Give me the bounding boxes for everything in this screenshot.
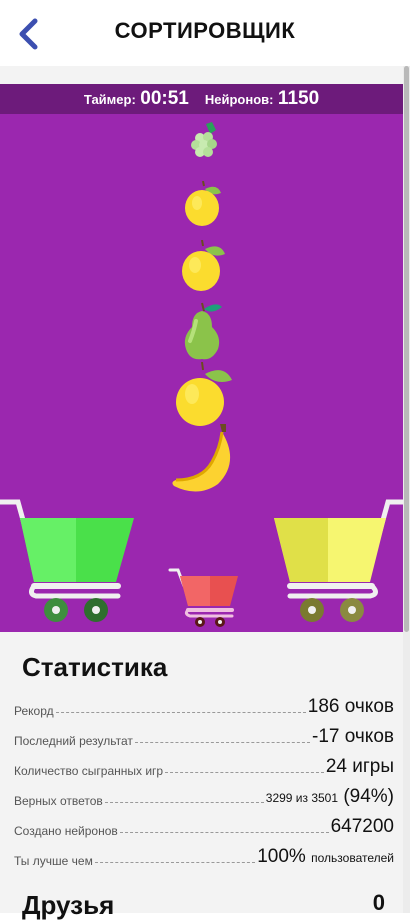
stat-value: 24 игры <box>325 756 394 777</box>
neurons-value: 1150 <box>277 88 320 109</box>
stat-value-percent: 100% <box>257 846 306 867</box>
stat-value-percent: (94%) <box>343 786 394 807</box>
stat-value: 186 очков <box>307 696 394 717</box>
page-title: СОРТИРОВЩИК <box>114 18 296 43</box>
stat-label: Создано нейронов <box>14 824 118 838</box>
stat-value-unit: пользователей <box>311 851 394 865</box>
dotted-leader <box>94 862 256 863</box>
stat-row-neurons-created: Создано нейронов 647200 <box>14 814 394 838</box>
banana-icon <box>172 424 231 492</box>
stat-row-correct-answers: Верных ответов 3299 из 3501 (94%) <box>14 784 394 808</box>
stat-value: 647200 <box>330 816 394 837</box>
stat-row-last-result: Последний результат -17 очков <box>14 724 394 748</box>
timer-value: 00:51 <box>140 88 189 109</box>
dotted-leader <box>104 802 264 803</box>
dotted-leader <box>119 832 329 833</box>
stats-title: Статистика <box>22 652 168 682</box>
game-area[interactable]: Таймер: 00:51 Нейронов: 1150 <box>0 84 403 632</box>
stats-section: Статистика Рекорд 186 очков Последний ре… <box>0 632 403 920</box>
pear-icon <box>184 302 222 360</box>
stat-row-better-than: Ты лучше чем 100% пользователей <box>14 844 394 868</box>
timer-label: Таймер: <box>83 92 136 107</box>
scrollbar-thumb[interactable] <box>404 66 409 632</box>
dotted-leader <box>165 772 324 773</box>
stat-value: 100% пользователей <box>257 846 394 868</box>
game-top-gap <box>0 66 410 84</box>
stat-value-detail: 3299 из 3501 <box>265 791 339 805</box>
stat-label: Последний результат <box>14 734 133 748</box>
stat-value: -17 очков <box>312 726 394 747</box>
grapes-icon <box>191 122 217 157</box>
small-cart-icon[interactable] <box>168 566 242 628</box>
stat-row-games-played: Количество сыгранных игр 24 игры <box>14 754 394 778</box>
app-header: СОРТИРОВЩИК <box>0 0 410 66</box>
dotted-leader <box>134 742 311 743</box>
dotted-leader <box>55 712 306 713</box>
friends-title[interactable]: Друзья <box>22 890 114 921</box>
stat-value: 3299 из 3501 (94%) <box>266 786 394 808</box>
lemon-icon <box>185 181 221 226</box>
stat-label: Рекорд <box>14 704 54 718</box>
friends-count: 0 <box>372 890 385 915</box>
stat-label: Ты лучше чем <box>14 854 93 868</box>
game-hud: Таймер: 00:51 Нейронов: 1150 <box>0 84 403 114</box>
lemon-icon <box>182 240 225 291</box>
stat-row-record: Рекорд 186 очков <box>14 694 394 718</box>
neurons-label: Нейронов: <box>204 92 274 107</box>
stat-label: Верных ответов <box>14 794 103 808</box>
right-cart-icon[interactable] <box>270 498 403 628</box>
lemon-icon <box>176 362 232 426</box>
stat-label: Количество сыгранных игр <box>14 764 164 778</box>
left-cart-icon[interactable] <box>0 498 140 628</box>
